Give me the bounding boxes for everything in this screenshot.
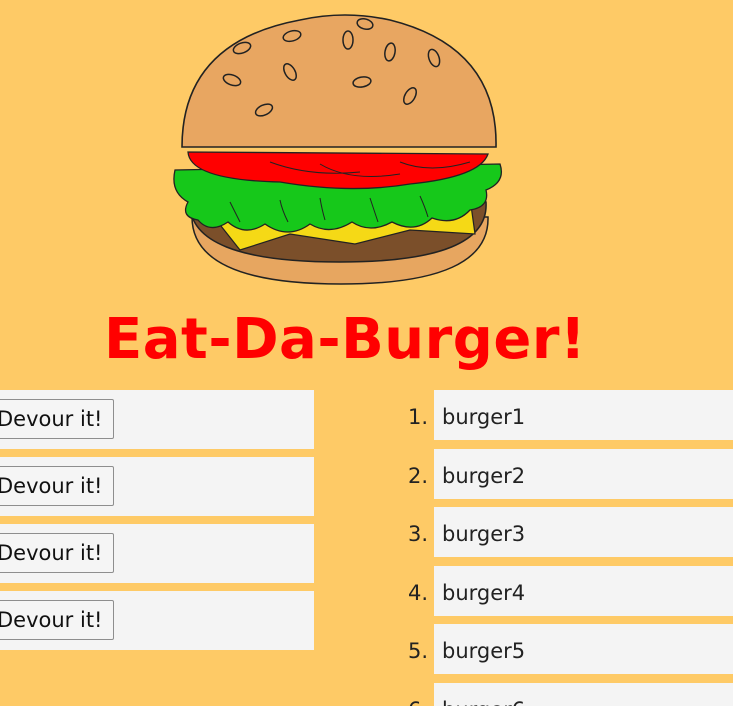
list-item: Devour it!: [0, 524, 314, 583]
list-item: Devour it!: [0, 390, 314, 449]
burger-box: burger4: [434, 565, 733, 616]
burger-name: burger5: [442, 639, 526, 663]
burger-box: burger5: [434, 624, 733, 674]
devour-button[interactable]: Devour it!: [0, 399, 115, 439]
burger-box: burger2: [434, 448, 733, 499]
list-number: 4.: [407, 580, 428, 605]
list-number: 3.: [407, 522, 428, 546]
list-item: 5. burger5: [384, 624, 733, 674]
burger-box: burger6: [434, 682, 733, 706]
list-number: 5.: [407, 639, 428, 663]
page-title: Eat-Da-Burger!: [104, 307, 586, 372]
burger-name: burger1: [442, 405, 526, 429]
undevoured-list: Devour it! Devour it! Devour it! Devour …: [0, 390, 314, 658]
burger-name: burger6: [442, 683, 525, 706]
list-item: Devour it!: [0, 457, 314, 516]
burger-box: burger3: [434, 507, 733, 557]
burger-box: burger1: [434, 390, 733, 440]
burger-icon: [173, 14, 503, 285]
burger-name: burger2: [442, 463, 526, 488]
burger-list: 1. burger1 2. burger2 3. burger3 4. burg…: [384, 390, 733, 706]
list-item: 1. burger1: [384, 390, 733, 440]
list-item: 4. burger4: [384, 565, 733, 616]
list-item: 6. burger6: [384, 682, 733, 706]
devour-button[interactable]: Devour it!: [0, 466, 115, 506]
burger-name: burger4: [442, 580, 526, 605]
devour-button[interactable]: Devour it!: [0, 600, 115, 640]
list-item: 2. burger2: [384, 448, 733, 499]
page: Eat-Da-Burger! Devour it! Devour it! Dev…: [0, 0, 733, 706]
list-item: Devour it!: [0, 591, 314, 650]
burger-name: burger3: [442, 522, 526, 546]
list-number: 2.: [407, 463, 428, 488]
devour-button[interactable]: Devour it!: [0, 533, 115, 573]
list-number: 6.: [384, 683, 428, 706]
list-item: 3. burger3: [384, 507, 733, 557]
list-number: 1.: [407, 405, 428, 429]
